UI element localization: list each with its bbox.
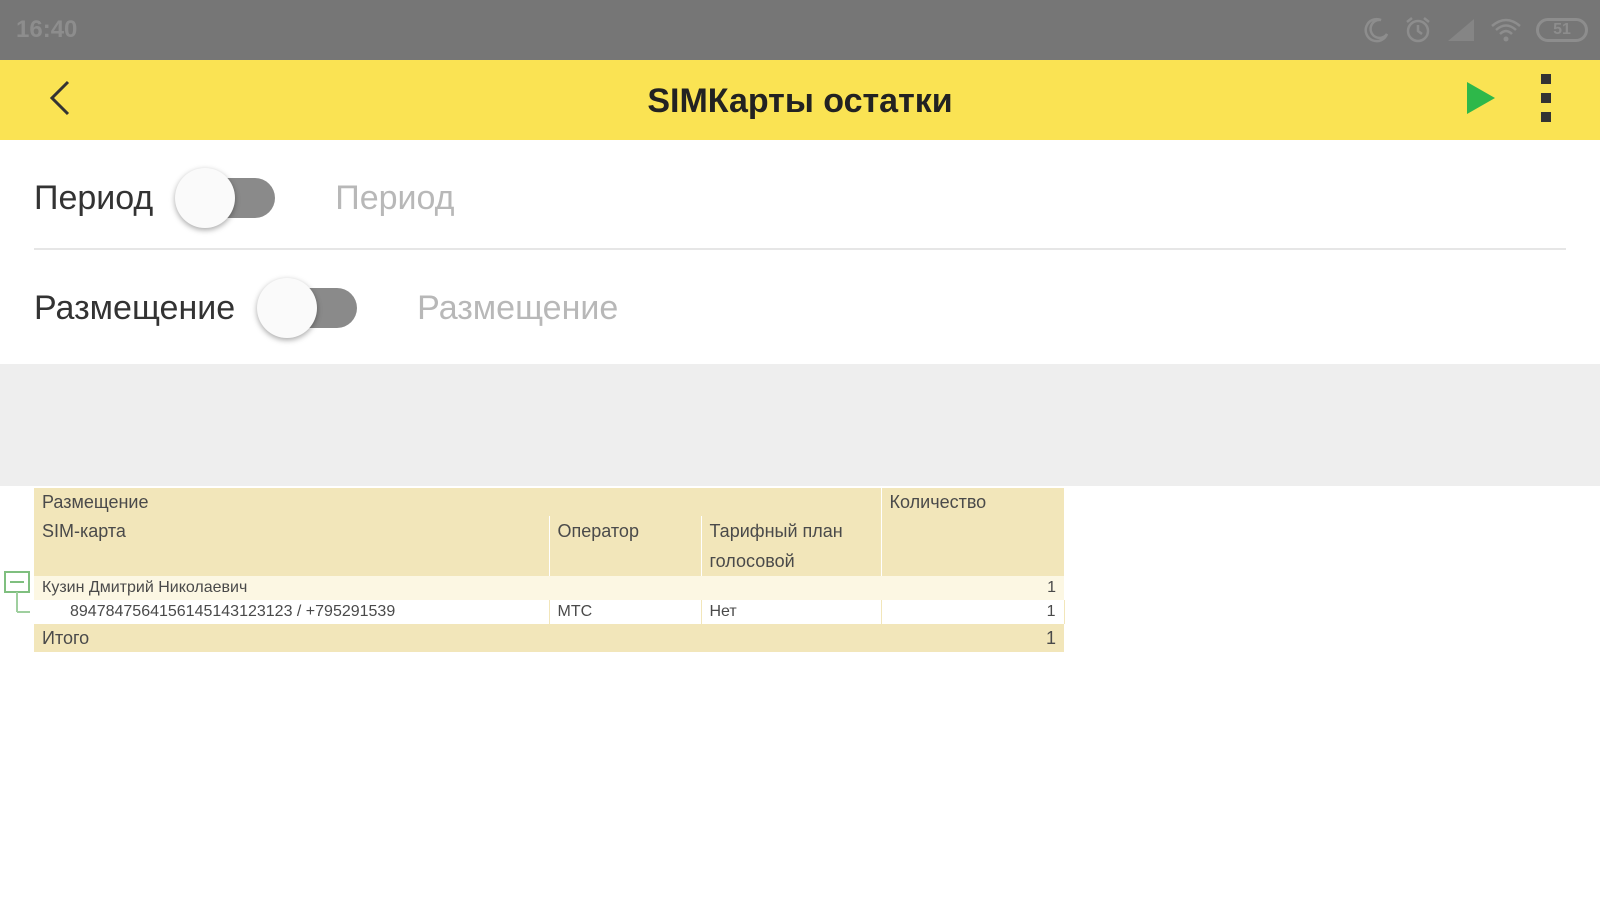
placement-toggle[interactable] [257,278,367,338]
signal-icon [1446,17,1476,43]
operator-header: Оператор [549,516,702,576]
period-toggle[interactable] [175,168,285,228]
filter-form: Период Период Размещение Размещение [0,140,1600,364]
more-vert-icon [1539,72,1553,129]
quantity-header: Количество [881,488,1065,576]
total-quantity: 1 [881,624,1065,652]
moon-icon [1364,17,1390,43]
status-time: 16:40 [16,16,78,43]
tariff-cell: Нет [701,600,882,624]
group-row[interactable]: Кузин Дмитрий Николаевич 1 [34,576,1065,600]
filter-row-period: Период Период [34,158,455,238]
wifi-icon [1490,17,1522,43]
play-icon [1463,80,1497,121]
placement-field[interactable]: Размещение [417,289,618,328]
sim-card-header: SIM-карта [34,516,550,576]
battery-icon: 51 [1536,18,1588,42]
placement-header: Размещение [34,488,882,516]
run-report-button[interactable] [1458,78,1502,122]
more-menu-button[interactable] [1526,72,1566,128]
period-label: Период [34,178,154,217]
divider [34,248,1566,250]
status-icons: 51 [1364,14,1588,46]
total-label: Итого [34,624,882,652]
placement-toggle-knob [257,278,318,338]
battery-level: 51 [1553,21,1571,38]
filter-row-placement: Размещение Размещение [34,268,618,348]
page-title: SIMКарты остатки [647,82,953,120]
report-table: Размещение Количество SIM-карта Оператор… [34,488,1065,652]
period-field[interactable]: Период [335,179,454,218]
tariff-header: Тарифный план голосовой [701,516,882,576]
placement-label: Размещение [34,288,236,327]
header-row: Размещение Количество [34,488,1065,576]
status-bar: 16:40 51 [0,0,1600,60]
sim-cell: 8947847564156145143123123 / +795291539 [34,600,550,624]
total-row: Итого 1 [34,624,1065,652]
separator-band [0,364,1600,486]
operator-cell: МТС [549,600,702,624]
alarm-icon [1404,16,1432,44]
group-name: Кузин Дмитрий Николаевич [34,576,882,600]
quantity-cell: 1 [881,600,1065,624]
period-toggle-knob [175,168,236,228]
tree-collapse-control[interactable] [4,570,34,626]
app-bar: SIMКарты остатки [0,60,1600,140]
group-quantity: 1 [881,576,1065,600]
table-row[interactable]: 8947847564156145143123123 / +795291539 М… [34,600,1065,624]
